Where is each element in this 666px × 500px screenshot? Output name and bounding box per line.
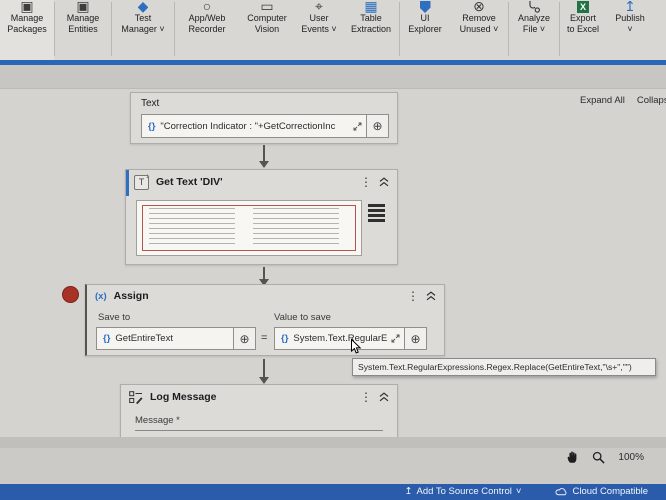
- log-message-icon: [129, 391, 143, 404]
- connector-line: [263, 359, 265, 377]
- horizontal-scrollbar[interactable]: [0, 437, 666, 448]
- collapse-chevron-icon[interactable]: [426, 291, 436, 301]
- ribbon-item-table-extraction[interactable]: ▦ Table Extraction: [343, 0, 399, 60]
- pan-hand-icon[interactable]: [566, 450, 579, 464]
- log-message-title: Log Message: [150, 391, 353, 403]
- chevron-down-icon: ˅: [516, 486, 522, 497]
- expand-all-link[interactable]: Expand All: [580, 95, 625, 106]
- add-to-source-control-button[interactable]: ↥ Add To Source Control ˅: [405, 486, 522, 497]
- breakpoint-dot[interactable]: [62, 286, 79, 303]
- thumbnail-text-lines: [149, 208, 235, 248]
- ribbon-item-manage-packages[interactable]: ▣ Manage Packages: [0, 0, 54, 60]
- manage-packages-icon: ▣: [20, 1, 33, 13]
- text-activity-card[interactable]: Text {} "Correction Indicator : "+GetCor…: [130, 92, 398, 144]
- ribbon-item-ui-explorer[interactable]: UI Explorer: [400, 0, 450, 60]
- get-text-title: Get Text 'DIV': [156, 176, 353, 188]
- open-expression-editor-icon[interactable]: [391, 334, 400, 343]
- cloud-compatible-indicator[interactable]: Cloud Compatible: [555, 486, 648, 497]
- zoom-level-value: 100%: [618, 452, 644, 463]
- equals-sign: =: [261, 332, 267, 344]
- excel-icon: X: [577, 1, 589, 13]
- text-activity-title: Text: [131, 93, 397, 109]
- open-expression-editor-icon[interactable]: [353, 122, 362, 131]
- selection-accent-bar: [126, 170, 129, 196]
- value-to-save-label: Value to save: [274, 312, 331, 323]
- connector-line: [263, 267, 265, 279]
- connector-arrow: [259, 377, 269, 384]
- plus-circle-icon[interactable]: ⊕: [366, 115, 388, 137]
- ribbon-item-export-to-excel[interactable]: X Export to Excel: [560, 0, 606, 60]
- log-message-activity-card[interactable]: Log Message ⋮ Message *: [120, 384, 398, 437]
- collapse-chevron-icon[interactable]: [379, 392, 389, 402]
- save-to-input[interactable]: {} GetEntireText ⊕: [96, 327, 256, 350]
- ribbon-item-user-events[interactable]: ⌖ User Events ˅: [295, 0, 343, 60]
- kebab-menu-icon[interactable]: ⋮: [407, 290, 419, 302]
- test-manager-icon: ◆: [138, 1, 149, 13]
- ribbon-item-manage-entities[interactable]: ▣ Manage Entities: [55, 0, 111, 60]
- ribbon-item-analyze-file[interactable]: Analyze File ˅: [509, 0, 559, 60]
- manage-entities-icon: ▣: [76, 1, 89, 13]
- cloud-icon: [555, 487, 568, 496]
- ribbon-item-test-manager[interactable]: ◆ Test Manager ˅: [112, 0, 174, 60]
- curly-braces-icon: {}: [148, 121, 155, 132]
- mouse-cursor-icon: [350, 339, 362, 360]
- connector-arrow: [259, 161, 269, 168]
- text-expression-input[interactable]: {} "Correction Indicator : "+GetCorrecti…: [141, 114, 389, 138]
- get-text-activity-card[interactable]: T ↓ Get Text 'DIV' ⋮: [125, 169, 398, 265]
- upload-icon: ↥: [405, 486, 413, 497]
- kebab-menu-icon[interactable]: ⋮: [360, 391, 372, 403]
- status-bar: ↥ Add To Source Control ˅ Cloud Compatib…: [0, 484, 666, 500]
- shield-icon: [420, 1, 431, 13]
- camera-icon: ▭: [260, 1, 273, 13]
- assign-title: Assign: [114, 290, 400, 302]
- zoom-magnifier-icon[interactable]: [592, 451, 605, 464]
- workflow-designer-canvas[interactable]: Expand All Collapse All Text {} "Correct…: [0, 88, 666, 437]
- hamburger-menu-icon[interactable]: [368, 204, 385, 224]
- assign-fx-icon: (x): [95, 291, 107, 302]
- curly-braces-icon: {}: [281, 333, 288, 344]
- message-input[interactable]: [135, 417, 383, 431]
- remove-unused-icon: ⊗: [473, 1, 485, 13]
- ribbon-item-remove-unused[interactable]: ⊗ Remove Unused ˅: [450, 0, 508, 60]
- curly-braces-icon: {}: [103, 333, 110, 344]
- publish-icon: ↥: [624, 1, 636, 13]
- collapse-all-link[interactable]: Collapse All: [637, 95, 666, 106]
- get-text-icon: T ↓: [134, 175, 149, 190]
- ribbon-accent-line: [0, 60, 666, 65]
- plus-circle-icon[interactable]: ⊕: [404, 328, 426, 349]
- user-events-icon: ⌖: [315, 1, 323, 13]
- ribbon-item-computer-vision[interactable]: ▭ Computer Vision: [239, 0, 295, 60]
- assign-activity-card[interactable]: (x) Assign ⋮ Save to Value to save {} Ge…: [85, 284, 445, 356]
- kebab-menu-icon[interactable]: ⋮: [360, 176, 372, 188]
- plus-circle-icon[interactable]: ⊕: [233, 328, 255, 349]
- save-to-label: Save to: [98, 312, 130, 323]
- ribbon-item-app-web-recorder[interactable]: ○ App/Web Recorder: [175, 0, 239, 60]
- target-element-screenshot[interactable]: [136, 200, 362, 256]
- table-extraction-icon: ▦: [364, 1, 377, 13]
- collapse-chevron-icon[interactable]: [379, 177, 389, 187]
- stethoscope-icon: [528, 1, 540, 13]
- expression-tooltip: System.Text.RegularExpressions.Regex.Rep…: [352, 358, 656, 376]
- expand-collapse-links: Expand All Collapse All: [580, 95, 666, 106]
- thumbnail-text-lines: [253, 208, 339, 248]
- recorder-icon: ○: [203, 1, 211, 13]
- uipath-studio-window: ▣ Manage Packages ▣ Manage Entities ◆ Te…: [0, 0, 666, 500]
- connector-line: [263, 145, 265, 161]
- ribbon-item-publish[interactable]: ↥ Publish ˅: [606, 0, 654, 60]
- ribbon-toolbar: ▣ Manage Packages ▣ Manage Entities ◆ Te…: [0, 0, 666, 60]
